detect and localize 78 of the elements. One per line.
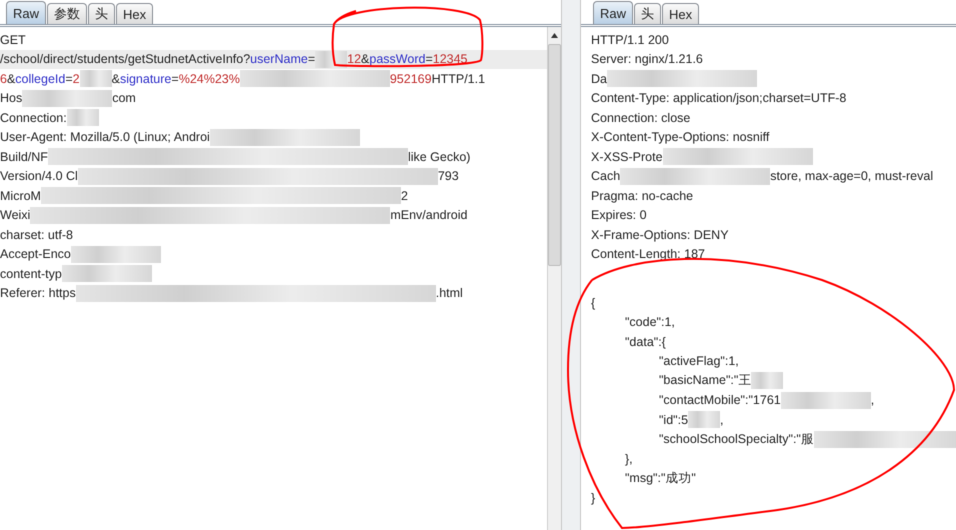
tab[interactable]: Hex <box>662 3 700 24</box>
code-text: Connection: <box>0 110 67 125</box>
code-text: Version/4.0 Cl <box>0 169 78 184</box>
code-text: & <box>361 52 370 66</box>
parameter-name: userName <box>250 52 308 66</box>
code-text: }, <box>625 452 633 466</box>
code-text: "contactMobile":"1761 <box>659 393 781 408</box>
code-text: } <box>591 490 596 505</box>
redacted-block <box>66 109 99 126</box>
code-text: charset: utf-8 <box>0 228 73 242</box>
parameter-name: signature <box>120 72 172 86</box>
code-text: mEnv/android <box>390 208 468 222</box>
code-text: MicroM <box>0 188 41 203</box>
code-text: X-Frame-Options: DENY <box>591 228 729 242</box>
parameter-value: 2 <box>72 72 80 86</box>
code-text: Accept-Enco <box>0 247 71 262</box>
code-text: "basicName":"王 <box>659 372 752 390</box>
code-text: .html <box>436 286 463 300</box>
code-text: like Gecko) <box>408 150 470 164</box>
redacted-block <box>315 50 348 68</box>
code-text: content-typ <box>0 266 62 281</box>
code-text: store, max-age=0, must-reval <box>770 169 934 184</box>
code-text: 2 <box>400 188 408 203</box>
parameter-value: 12345 <box>432 52 468 66</box>
code-text: Expires: 0 <box>591 208 647 222</box>
redacted-block <box>80 70 112 88</box>
code-text: { <box>591 296 596 310</box>
code-text: = <box>308 52 316 66</box>
tab[interactable]: 头 <box>88 3 116 24</box>
code-text: "code":1, <box>625 315 675 330</box>
code-text: X-XSS-Prote <box>591 150 663 164</box>
pane-splitter[interactable] <box>561 0 581 530</box>
parameter-value: 952169 <box>390 72 432 86</box>
code-text: & <box>6 72 16 86</box>
code-text: HTTP/1.1 200 <box>591 32 669 47</box>
code-text: Content-Length: 187 <box>591 247 705 262</box>
tab[interactable]: Hex <box>116 3 154 24</box>
code-text: , <box>720 412 724 427</box>
code-text: GET <box>0 32 26 47</box>
code-text: Weixi <box>0 208 30 222</box>
redacted-block <box>688 411 720 428</box>
code-text: Referer: https <box>0 286 76 300</box>
parameter-value: %24%23% <box>178 72 240 86</box>
code-text: Da <box>591 72 607 86</box>
code-text: "schoolSchoolSpecialty":"服 <box>659 430 814 448</box>
parameter-name: passWord <box>369 52 426 66</box>
code-text: com <box>112 91 136 106</box>
code-text: "msg":"成功" <box>625 470 696 487</box>
redacted-block <box>751 372 784 390</box>
code-text: Content-Type: application/json;charset=UTF-8 <box>591 91 846 106</box>
scroll-up-icon[interactable] <box>550 31 559 40</box>
code-text: & <box>112 72 120 86</box>
code-text: Connection: close <box>591 110 690 125</box>
parameter-name: collegeId <box>15 72 66 86</box>
code-text: /school/direct/students/getStudnetActiveInfo? <box>0 52 250 66</box>
code-text: 793 <box>438 169 459 184</box>
code-text: Pragma: no-cache <box>591 188 694 203</box>
tab[interactable]: 参数 <box>47 3 88 24</box>
code-text: HTTP/1.1 <box>432 72 486 86</box>
parameter-value: 12 <box>347 52 362 66</box>
code-text: "data":{ <box>625 334 666 349</box>
code-text: "activeFlag":1, <box>659 354 739 368</box>
code-text: Server: nginx/1.21.6 <box>591 52 703 66</box>
code-text: "id":5 <box>659 412 688 427</box>
parameter-value: 6 <box>0 72 7 86</box>
scrollbar[interactable] <box>547 27 561 530</box>
code-text: = <box>171 72 179 86</box>
tab[interactable]: Raw <box>6 1 46 24</box>
code-text: Build/NF <box>0 150 48 164</box>
code-text: = <box>425 52 433 66</box>
code-text: , <box>870 393 874 408</box>
code-text: = <box>65 72 73 86</box>
code-text: Cach <box>591 169 620 184</box>
code-text: Hos <box>0 91 22 106</box>
code-text: X-Content-Type-Options: nosniff <box>591 130 770 144</box>
code-text: User-Agent: Mozilla/5.0 (Linux; Androi <box>0 130 210 144</box>
tab[interactable]: Raw <box>593 1 634 24</box>
tab[interactable]: 头 <box>634 3 662 24</box>
